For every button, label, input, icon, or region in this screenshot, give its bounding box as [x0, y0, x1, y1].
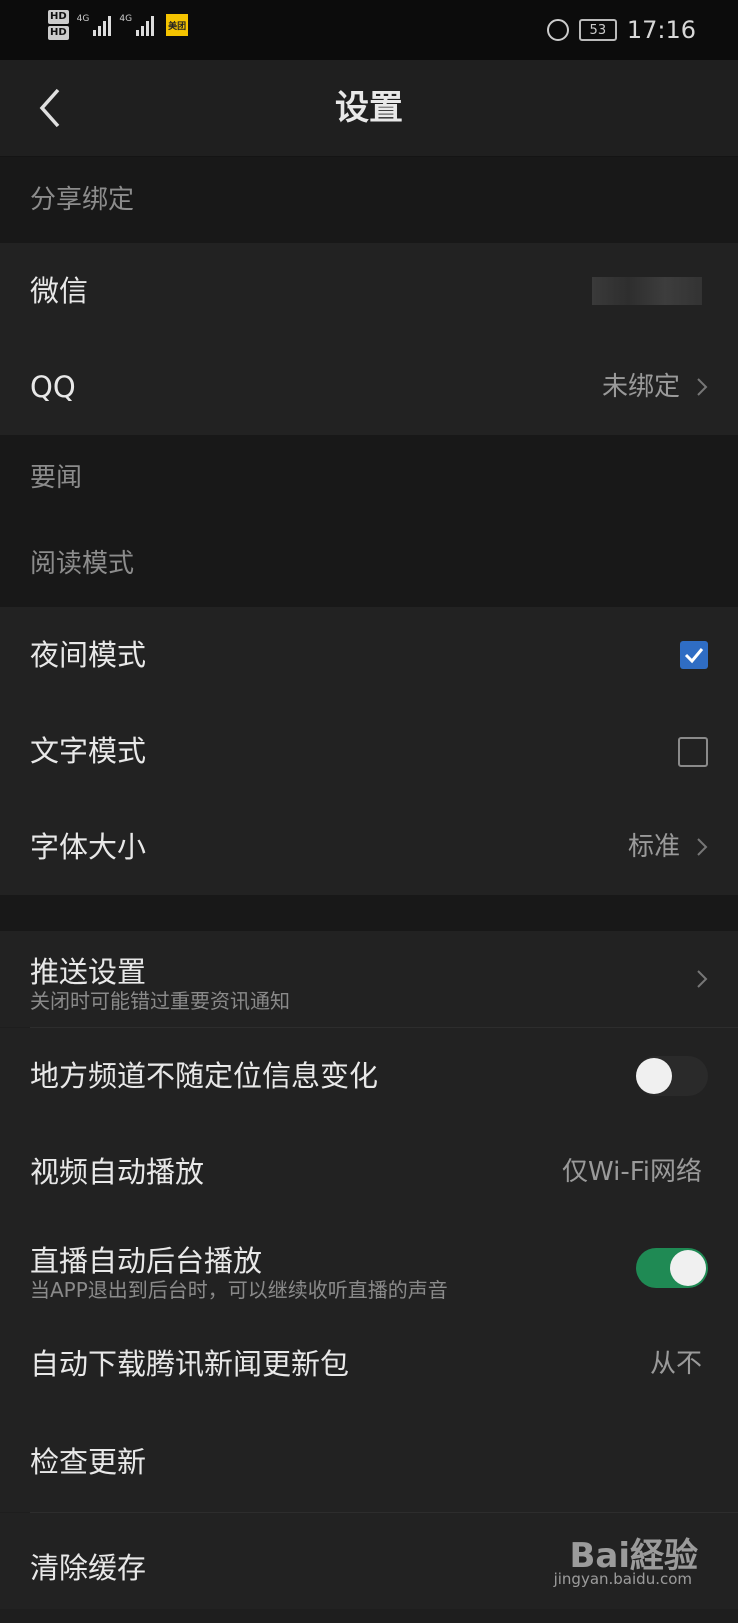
- section-gap: [0, 895, 738, 931]
- push-settings-row[interactable]: 推送设置 关闭时可能错过重要资讯通知: [0, 931, 738, 1027]
- live-background-row[interactable]: 直播自动后台播放 当APP退出到后台时，可以继续收听直播的声音: [0, 1220, 738, 1316]
- wechat-row[interactable]: 微信: [0, 243, 738, 339]
- live-background-sub: 当APP退出到后台时，可以继续收听直播的声音: [30, 1278, 448, 1302]
- chevron-right-icon: [697, 838, 708, 856]
- hd-icon: HD HD: [48, 10, 69, 40]
- wechat-label: 微信: [30, 274, 89, 308]
- qq-value: 未绑定: [601, 372, 680, 402]
- hd-2-label: HD: [48, 26, 69, 40]
- qq-row[interactable]: QQ 未绑定: [0, 339, 738, 435]
- qq-label: QQ: [30, 370, 76, 404]
- night-mode-label: 夜间模式: [30, 638, 147, 672]
- status-bar: HD HD 4G 4G 美团 53 17:16: [0, 0, 738, 60]
- chevron-right-icon: [697, 970, 708, 988]
- local-channel-row[interactable]: 地方频道不随定位信息变化: [0, 1028, 738, 1124]
- auto-download-value: 从不: [649, 1349, 702, 1379]
- auto-download-row[interactable]: 自动下载腾讯新闻更新包 从不: [0, 1316, 738, 1412]
- network-type-2: 4G: [119, 14, 133, 24]
- font-size-value: 标准: [627, 832, 680, 862]
- section-header-reading: 阅读模式: [0, 521, 738, 607]
- section-header-news: 要闻: [0, 435, 738, 521]
- status-time: 17:16: [626, 16, 696, 44]
- night-mode-row[interactable]: 夜间模式: [0, 607, 738, 703]
- section-header-share: 分享绑定: [0, 157, 738, 243]
- text-mode-row[interactable]: 文字模式: [0, 703, 738, 799]
- video-autoplay-value: 仅Wi-Fi网络: [561, 1157, 702, 1187]
- push-settings-sub: 关闭时可能错过重要资讯通知: [30, 989, 290, 1013]
- alarm-icon: [546, 19, 569, 41]
- status-left: HD HD 4G 4G 美团: [48, 10, 189, 40]
- local-channel-switch[interactable]: [636, 1056, 708, 1096]
- signal-icon: 4G: [77, 14, 112, 36]
- nav-bar: 设置: [0, 60, 738, 157]
- baidu-watermark: Bai経验 jingyan.baidu.com: [538, 1528, 698, 1592]
- page-title: 设置: [335, 88, 403, 128]
- battery-icon: 53: [578, 19, 617, 41]
- text-mode-checkbox[interactable]: [678, 737, 708, 767]
- watermark-sub: jingyan.baidu.com: [553, 1570, 692, 1588]
- check-icon: [684, 648, 704, 664]
- hd-1-label: HD: [48, 10, 69, 24]
- text-mode-label: 文字模式: [30, 734, 147, 768]
- night-mode-checkbox[interactable]: [680, 641, 708, 669]
- local-channel-label: 地方频道不随定位信息变化: [30, 1059, 379, 1093]
- switch-knob: [636, 1058, 672, 1094]
- wechat-account-blurred: [592, 277, 702, 305]
- live-background-switch[interactable]: [636, 1248, 708, 1288]
- switch-knob: [670, 1250, 706, 1286]
- clear-cache-label: 清除缓存: [30, 1551, 147, 1585]
- video-autoplay-row[interactable]: 视频自动播放 仅Wi-Fi网络: [0, 1124, 738, 1220]
- chevron-right-icon: [697, 378, 708, 396]
- auto-download-label: 自动下载腾讯新闻更新包: [30, 1347, 350, 1381]
- signal-icon-2: 4G: [119, 14, 155, 36]
- check-update-label: 检查更新: [30, 1445, 147, 1479]
- font-size-label: 字体大小: [30, 830, 147, 864]
- status-right: 53 17:16: [546, 16, 696, 44]
- check-update-row[interactable]: 检查更新: [0, 1412, 738, 1512]
- font-size-row[interactable]: 字体大小 标准: [0, 799, 738, 895]
- video-autoplay-label: 视频自动播放: [30, 1155, 205, 1189]
- network-type-1: 4G: [76, 14, 90, 24]
- meituan-icon: 美团: [166, 14, 189, 36]
